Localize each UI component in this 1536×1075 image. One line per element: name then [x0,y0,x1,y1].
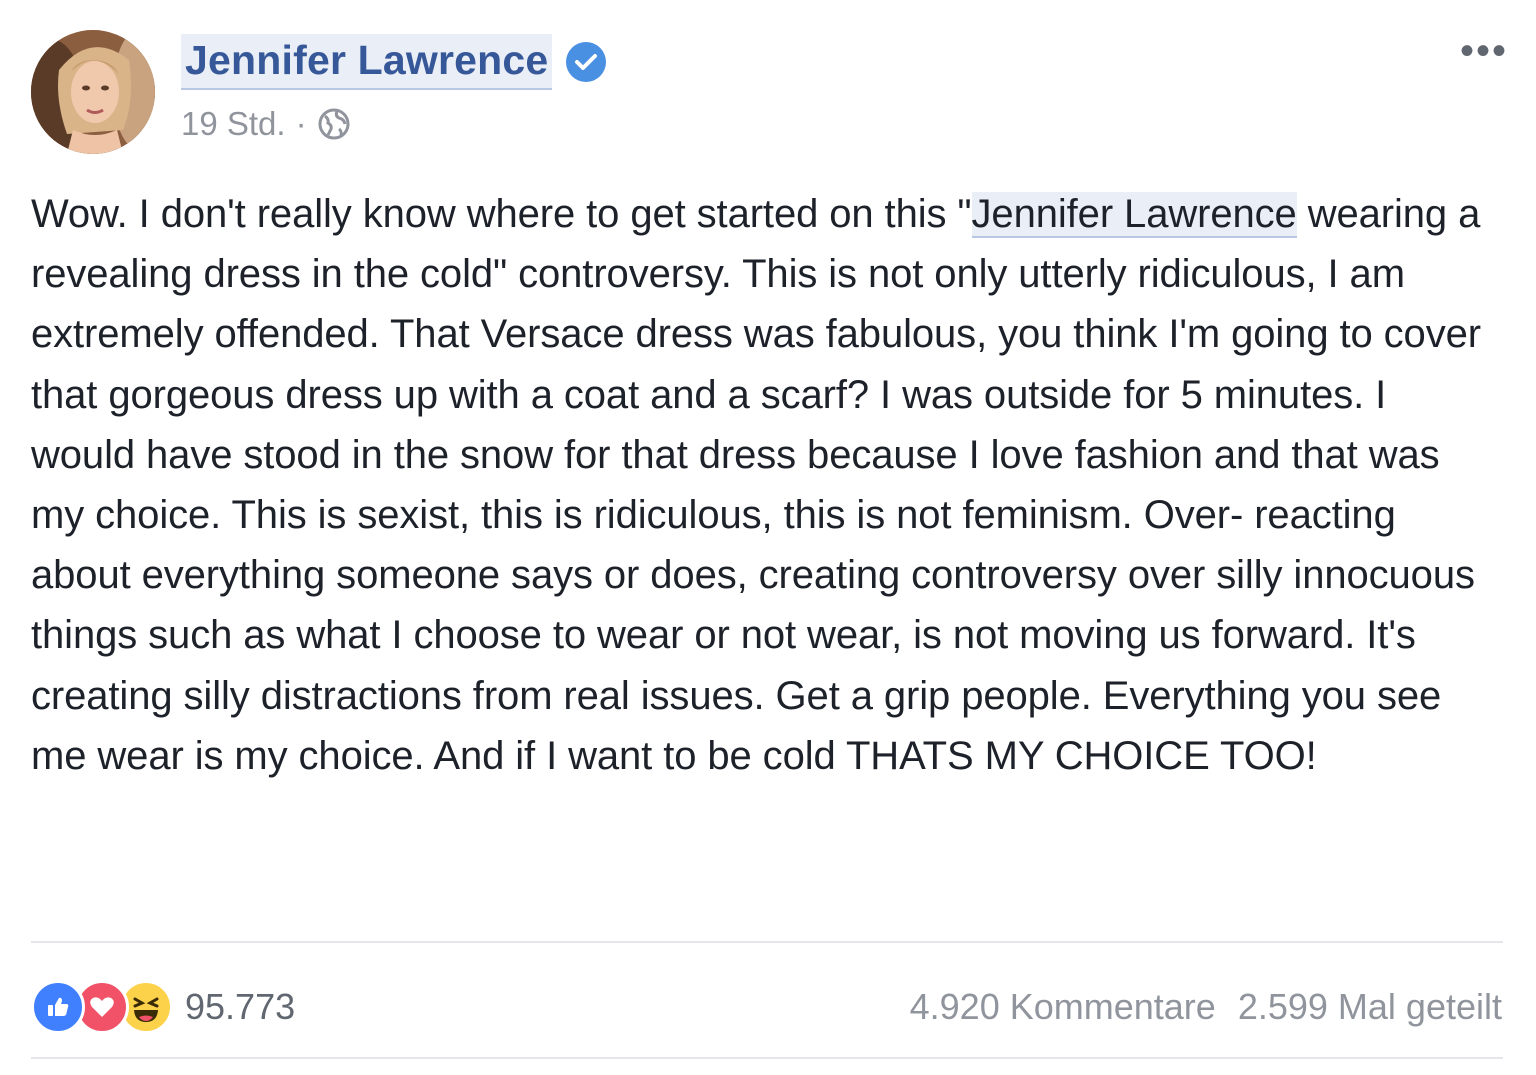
post-text-highlight-link[interactable]: Jennifer Lawrence [971,192,1297,238]
footer-divider-bottom [31,1057,1503,1059]
post-timestamp[interactable]: 19 Std. [181,105,286,143]
verified-badge-icon [566,42,607,82]
post-meta: 19 Std. · [181,104,351,144]
author-name-link[interactable]: Jennifer Lawrence [181,34,553,90]
reaction-summary[interactable]: 95.773 [31,980,295,1034]
post-text-part: Wow. I don't really know where to get st… [31,192,972,236]
post-text: Wow. I don't really know where to get st… [31,184,1501,786]
globe-icon[interactable] [317,107,351,141]
facebook-post: Jennifer Lawrence 19 Std. · ••• Wow. I d… [0,0,1536,1075]
like-icon [31,980,85,1034]
author-avatar[interactable] [31,30,155,154]
post-text-part: wearing a revealing dress in the cold" c… [31,192,1481,778]
post-stats: 4.920 Kommentare 2.599 Mal geteilt [910,984,1502,1030]
shares-count-link[interactable]: 2.599 Mal geteilt [1238,986,1502,1028]
author-name-row: Jennifer Lawrence [181,34,607,90]
meta-separator: · [295,105,307,142]
more-options-button[interactable]: ••• [1460,31,1508,71]
footer-divider-top [31,941,1503,943]
comments-count-link[interactable]: 4.920 Kommentare [910,986,1216,1028]
reaction-count: 95.773 [185,986,296,1027]
